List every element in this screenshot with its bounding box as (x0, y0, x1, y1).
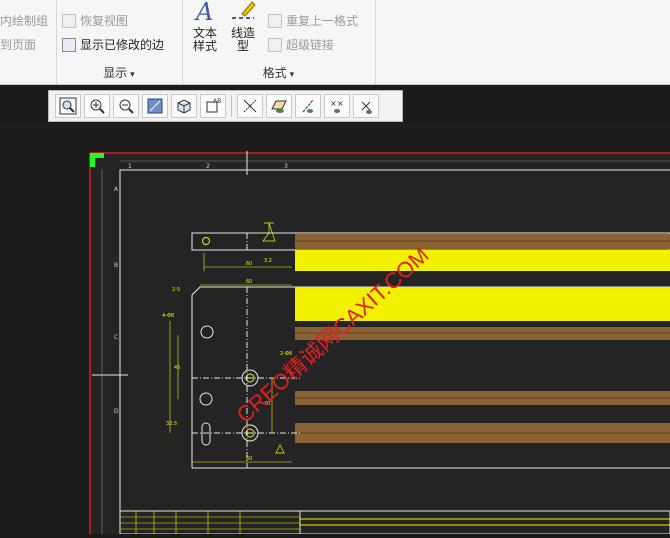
display-style-button[interactable] (171, 94, 197, 118)
zoom-fit-button[interactable] (55, 94, 81, 118)
datum-plane-icon (271, 100, 287, 113)
restore-view-label: 恢复视图 (80, 14, 129, 28)
display-style-icon (177, 99, 191, 114)
border-letter: C (114, 334, 118, 341)
show-modified-edges-label: 显示已修改的边 (80, 38, 165, 52)
dimension-text: 60 (246, 279, 252, 285)
zoom-out-icon (119, 99, 134, 114)
line-type-label: 线造 型 (230, 26, 255, 53)
toolbar-separator (231, 95, 232, 117)
repeat-format-icon (268, 13, 282, 28)
hyperlink-button[interactable]: 超级链接 (268, 36, 334, 53)
border-number: 3 (284, 163, 288, 170)
ribbon-item-draw-group[interactable]: 内绘制组 (0, 12, 48, 29)
view-toolbar: AB × × (48, 90, 403, 122)
hyperlink-label: 超级链接 (286, 38, 335, 52)
svg-text:A: A (194, 0, 213, 24)
datum-plane-button[interactable] (266, 94, 292, 118)
svg-text:×: × (330, 99, 337, 108)
dimension-text: 60 (246, 261, 252, 267)
show-modified-edges-button[interactable]: 显示已修改的边 (62, 36, 164, 53)
line-type-button[interactable]: 线造 型 (226, 0, 260, 53)
zoom-in-icon (90, 99, 105, 114)
text-style-label: 文本 样式 (192, 26, 217, 53)
ribbon: 内绘制组 到页面 恢复视图 显示已修改的边 显示 A 文本 样式 线 (0, 0, 670, 85)
dimension-text: 4-Φ8 (162, 313, 174, 319)
ribbon-group-display: 恢复视图 显示已修改的边 显示 (56, 0, 183, 84)
ribbon-item-label: 到页面 (0, 38, 37, 52)
repaint-icon (147, 98, 163, 114)
zoom-in-button[interactable] (84, 94, 110, 118)
format-group-menu[interactable]: 格式 (182, 64, 375, 81)
saved-views-icon: AB (206, 98, 221, 113)
dimension-text: 60 (246, 456, 252, 462)
svg-text:×: × (337, 99, 344, 108)
zoom-fit-icon (59, 97, 77, 115)
dimension-text: 45 (174, 365, 180, 371)
ribbon-group-format: A 文本 样式 线造 型 重复上一格式 超级链接 格式 (182, 0, 376, 84)
restore-view-button[interactable]: 恢复视图 (62, 12, 128, 29)
zoom-out-button[interactable] (113, 94, 139, 118)
display-group-menu[interactable]: 显示 (56, 64, 182, 81)
drawing-canvas[interactable]: 1 2 3 A B C D 3.2 60 60 4-Φ8 2-5 45 32.5… (0, 123, 670, 538)
ribbon-item-to-page[interactable]: 到页面 (0, 36, 36, 53)
datum-axis-icon (302, 99, 314, 113)
modified-edges-icon (62, 37, 76, 52)
ribbon-group-left: 内绘制组 到页面 (0, 0, 57, 84)
border-number: 2 (206, 163, 210, 170)
text-style-icon: A (194, 0, 213, 26)
saved-views-button[interactable]: AB (200, 94, 226, 118)
datum-display-button[interactable] (237, 94, 263, 118)
repeat-format-label: 重复上一格式 (286, 14, 359, 28)
border-letter: B (114, 262, 118, 269)
border-letter: D (114, 408, 119, 415)
datum-display-icon (243, 99, 257, 113)
repeat-format-button[interactable]: 重复上一格式 (268, 12, 358, 29)
svg-text:AB: AB (213, 98, 221, 105)
drawing-sheet: 1 2 3 A B C D 3.2 60 60 4-Φ8 2-5 45 32.5… (0, 123, 670, 538)
highlighted-region (295, 250, 670, 271)
coordinate-system-button[interactable] (353, 94, 379, 118)
coordinate-system-icon (361, 101, 372, 114)
border-number: 1 (128, 163, 132, 170)
dimension-text: 2-5 (172, 287, 180, 293)
line-type-icon (232, 1, 256, 19)
datum-axis-button[interactable] (295, 94, 321, 118)
text-style-button[interactable]: A 文本 样式 (188, 0, 222, 53)
repaint-button[interactable] (142, 94, 168, 118)
dimension-text: 32.5 (166, 421, 177, 427)
restore-view-icon (62, 13, 76, 28)
ribbon-item-label: 内绘制组 (0, 14, 49, 28)
hyperlink-icon (268, 37, 282, 52)
datum-point-icon: × × (330, 99, 344, 113)
datum-point-button[interactable]: × × (324, 94, 350, 118)
dimension-text: 3.2 (264, 258, 272, 264)
